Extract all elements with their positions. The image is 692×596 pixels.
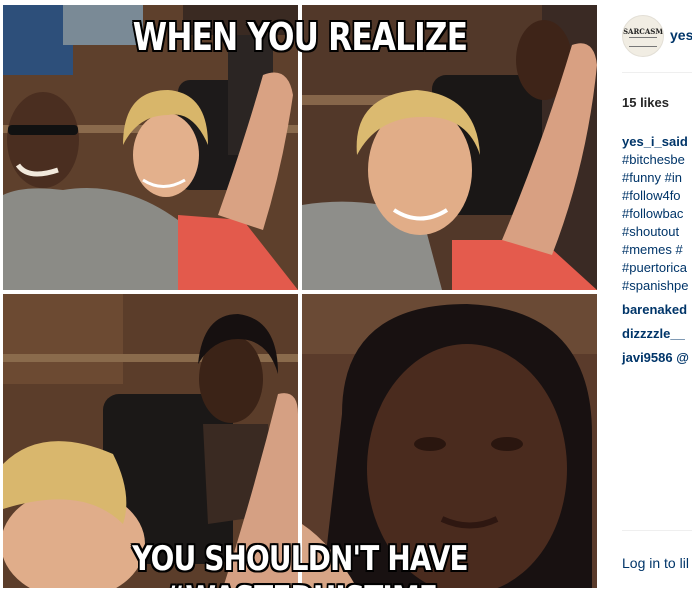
post-header: SARCASM yes	[600, 0, 692, 72]
comment-user-link[interactable]: barenaked	[622, 301, 692, 319]
hashtag-link[interactable]: #follow4fo	[622, 187, 692, 205]
hashtag-link[interactable]: #memes #	[622, 241, 692, 259]
hashtag-link[interactable]: #funny #in	[622, 169, 692, 187]
avatar-logo-lines	[629, 37, 657, 47]
comment-user-link[interactable]: yes_i_said	[622, 133, 692, 151]
caption-top: WHEN YOU REALIZE	[132, 15, 468, 59]
hashtag-link[interactable]: #bitchesbe	[622, 151, 692, 169]
comment-list: yes_i_said #bitchesbe #funny #in #follow…	[622, 133, 692, 367]
avatar-logo-text: SARCASM	[623, 27, 664, 36]
hashtag-link[interactable]: #puertorica	[622, 259, 692, 277]
hashtag-link[interactable]: #shoutout	[622, 223, 692, 241]
meme-image: WHEN YOU REALIZE YOU SHOULDN'T HAVE #WAS…	[3, 5, 597, 588]
comment-user-link[interactable]: javi9586 @	[622, 349, 692, 367]
footer-divider	[622, 530, 692, 531]
post-sidebar: SARCASM yes 15 likes yes_i_said #bitches…	[600, 0, 692, 596]
caption-bottom: YOU SHOULDN'T HAVE #WASTEDHISTIME	[132, 539, 468, 588]
login-link[interactable]: Log in to lil	[622, 555, 689, 571]
avatar[interactable]: SARCASM	[622, 15, 664, 57]
comment-user-link[interactable]: dizzzzle__	[622, 325, 692, 343]
post-image[interactable]: WHEN YOU REALIZE YOU SHOULDN'T HAVE #WAS…	[0, 0, 600, 596]
likes-count[interactable]: 15 likes	[622, 95, 669, 110]
username-link[interactable]: yes	[670, 27, 692, 43]
hashtag-link[interactable]: #spanishpe	[622, 277, 692, 295]
hashtag-link[interactable]: #followbac	[622, 205, 692, 223]
header-divider	[622, 72, 692, 73]
